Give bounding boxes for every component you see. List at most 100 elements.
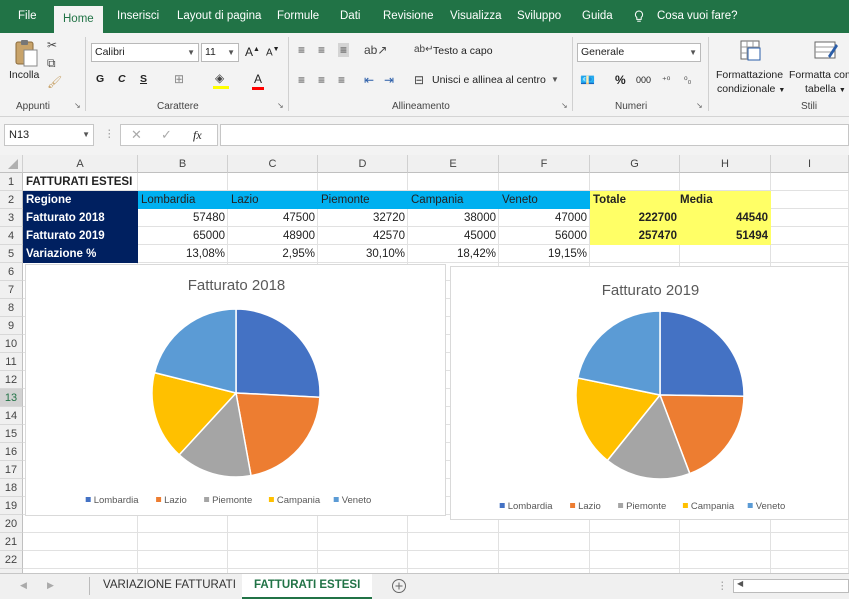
italic-button[interactable]: C — [118, 73, 126, 85]
media-cell[interactable]: 51494 — [680, 227, 771, 245]
percent-cell[interactable]: 13,08% — [138, 245, 228, 263]
tab-insert[interactable]: Inserisci — [117, 0, 159, 33]
horizontal-scrollbar[interactable]: ◀ — [733, 579, 849, 593]
cancel-icon[interactable]: ✕ — [131, 127, 142, 143]
percent-cell[interactable]: 2,95% — [228, 245, 318, 263]
conditional-formatting-icon[interactable] — [738, 38, 764, 64]
add-sheet-icon[interactable] — [391, 578, 407, 594]
name-box[interactable]: N13 ▼ — [4, 124, 94, 146]
totale-cell[interactable]: 257470 — [590, 227, 680, 245]
row-header-12[interactable]: 12 — [0, 371, 23, 389]
value-cell[interactable]: 32720 — [318, 209, 408, 227]
sheet-title-cell[interactable]: FATTURATI ESTESI — [23, 173, 143, 191]
value-cell[interactable]: 47500 — [228, 209, 318, 227]
value-cell[interactable]: 48900 — [228, 227, 318, 245]
pie-slice-lombardia[interactable] — [659, 310, 745, 398]
row-header-16[interactable]: 16 — [0, 443, 23, 461]
column-header-b[interactable]: B — [138, 155, 228, 173]
region-header-cell[interactable]: Campania — [408, 191, 499, 209]
increase-indent-icon[interactable]: ⇥ — [384, 73, 394, 87]
formula-input[interactable] — [220, 124, 849, 146]
row-header-8[interactable]: 8 — [0, 299, 23, 317]
tab-developer[interactable]: Sviluppo — [517, 0, 561, 33]
alignment-launcher-icon[interactable]: ↘ — [561, 101, 568, 110]
fx-icon[interactable]: fx — [193, 128, 202, 143]
percent-button[interactable]: % — [615, 73, 626, 87]
merge-dropdown-icon[interactable]: ▼ — [551, 75, 559, 84]
row-header-3[interactable]: 3 — [0, 209, 23, 227]
font-launcher-icon[interactable]: ↘ — [277, 101, 284, 110]
percent-cell[interactable]: 19,15% — [499, 245, 590, 263]
row-header-21[interactable]: 21 — [0, 533, 23, 551]
tab-home[interactable]: Home — [54, 6, 103, 33]
pie-chart-2018[interactable]: Fatturato 2018 Lombardia Lazio Piemonte Camp… — [25, 264, 446, 516]
row-header-17[interactable]: 17 — [0, 461, 23, 479]
thousands-button[interactable]: 000 — [636, 75, 651, 85]
align-left-icon[interactable]: ≡ — [298, 73, 305, 87]
value-cell[interactable]: 56000 — [499, 227, 590, 245]
row-header-2[interactable]: 2 — [0, 191, 23, 209]
row-header-19[interactable]: 19 — [0, 497, 23, 515]
underline-button[interactable]: S — [140, 73, 147, 85]
increase-decimal-icon[interactable]: ⁺⁰ — [662, 73, 670, 87]
totale-header-cell[interactable]: Totale — [590, 191, 680, 209]
column-header-e[interactable]: E — [408, 155, 499, 173]
region-header-cell[interactable]: Piemonte — [318, 191, 408, 209]
row-header-22[interactable]: 22 — [0, 551, 23, 569]
align-middle-icon[interactable]: ≡ — [318, 43, 325, 57]
region-header-cell[interactable]: Lazio — [228, 191, 318, 209]
tab-help[interactable]: Guida — [582, 0, 613, 33]
conditional-formatting-button[interactable]: Formattazione — [716, 69, 783, 81]
media-header-cell[interactable]: Media — [680, 191, 771, 209]
row-header-5[interactable]: 5 — [0, 245, 23, 263]
row-header-13[interactable]: 13 — [0, 389, 23, 407]
tab-data[interactable]: Dati — [340, 0, 360, 33]
value-cell[interactable]: 42570 — [318, 227, 408, 245]
value-cell[interactable]: 38000 — [408, 209, 499, 227]
tab-split-handle-icon[interactable]: ⋮ — [717, 580, 728, 592]
pie-slice-lombardia[interactable] — [235, 308, 321, 399]
worksheet-grid[interactable]: ABCDEFGHI 1 2 3 4 5 6 7 8 9 10 11 12 13 14 15 16 17 18 19 2… — [0, 155, 849, 573]
decrease-decimal-icon[interactable]: ⁰₀ — [684, 73, 691, 87]
copy-icon[interactable]: ⧉ — [47, 56, 56, 70]
font-color-icon[interactable]: A — [254, 72, 262, 86]
tab-file[interactable]: File — [18, 0, 37, 33]
column-header-c[interactable]: C — [228, 155, 318, 173]
scroll-left-icon[interactable]: ◀ — [737, 579, 743, 588]
align-top-icon[interactable]: ≡ — [298, 43, 305, 57]
paste-icon[interactable] — [13, 38, 39, 68]
wrap-text-button[interactable]: Testo a capo — [433, 45, 493, 57]
header-label-cell[interactable]: Regione — [23, 191, 138, 209]
row-label-cell[interactable]: Fatturato 2019 — [23, 227, 138, 245]
value-cell[interactable]: 65000 — [138, 227, 228, 245]
align-center-icon[interactable]: ≡ — [318, 73, 325, 87]
row-header-20[interactable]: 20 — [0, 515, 23, 533]
wrap-text-icon[interactable]: ab↵ — [414, 43, 434, 57]
sheet-tab-fatturati-estesi[interactable]: FATTURATI ESTESI — [242, 574, 373, 599]
fill-color-icon[interactable]: ◈ — [215, 71, 224, 85]
column-header-f[interactable]: F — [499, 155, 590, 173]
row-header-7[interactable]: 7 — [0, 281, 23, 299]
row-header-6[interactable]: 6 — [0, 263, 23, 281]
value-cell[interactable]: 45000 — [408, 227, 499, 245]
column-header-i[interactable]: I — [771, 155, 849, 173]
clipboard-launcher-icon[interactable]: ↘ — [74, 101, 81, 110]
column-header-h[interactable]: H — [680, 155, 771, 173]
percent-cell[interactable]: 18,42% — [408, 245, 499, 263]
select-all-corner[interactable] — [0, 155, 23, 173]
align-bottom-icon[interactable]: ≡ — [338, 43, 350, 57]
value-cell[interactable]: 57480 — [138, 209, 228, 227]
format-as-table-icon[interactable] — [812, 38, 840, 64]
cut-icon[interactable]: ✂ — [47, 38, 57, 52]
media-cell[interactable]: 44540 — [680, 209, 771, 227]
merge-center-button[interactable]: Unisci e allinea al centro — [432, 74, 546, 86]
column-header-g[interactable]: G — [590, 155, 680, 173]
row-header-10[interactable]: 10 — [0, 335, 23, 353]
tab-formulas[interactable]: Formule — [277, 0, 319, 33]
row-label-cell[interactable]: Fatturato 2018 — [23, 209, 138, 227]
shrink-font-icon[interactable]: A▼ — [266, 46, 280, 58]
tab-review[interactable]: Revisione — [383, 0, 434, 33]
font-size-select[interactable]: 11 ▼ — [201, 43, 239, 62]
merge-center-icon[interactable]: ⊟ — [414, 73, 424, 87]
currency-icon[interactable]: 💶 — [580, 73, 595, 87]
